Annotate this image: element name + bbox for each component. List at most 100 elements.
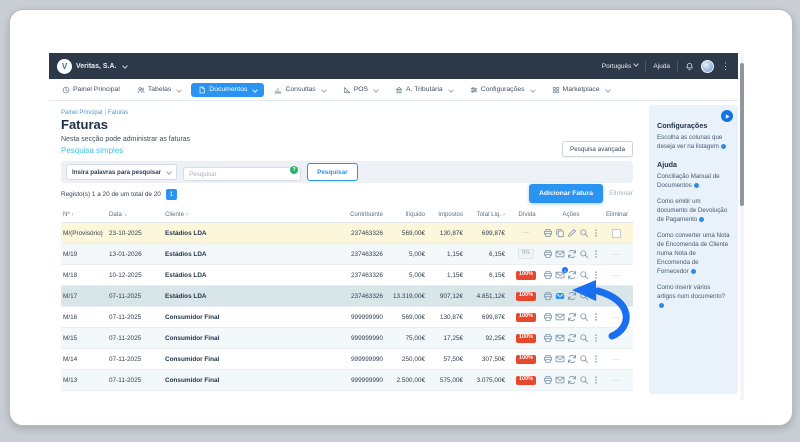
print-icon[interactable] — [543, 312, 553, 322]
print-icon[interactable] — [543, 228, 553, 238]
sync-icon[interactable] — [567, 291, 577, 301]
more-options-icon[interactable] — [591, 270, 601, 280]
tax-amount: 130,87€ — [431, 314, 469, 321]
magnifier-icon[interactable] — [579, 228, 589, 238]
invoice-row-m-provisorio[interactable]: M/(Provisório)23-10-2025Estádios LDA2374… — [61, 223, 633, 244]
sort-icon: › — [503, 212, 505, 218]
print-icon[interactable] — [543, 375, 553, 385]
kebab-menu-icon[interactable]: ⋮ — [721, 62, 730, 71]
pagination-page-1[interactable]: 1 — [166, 189, 177, 200]
columns-settings-link[interactable]: Escolha as colunas que deseja ver na lis… — [657, 134, 730, 152]
invoice-row-m-13[interactable]: M/1307-11-2025Consumidor Final9999999902… — [61, 370, 633, 391]
help-link[interactable]: Ajuda — [653, 63, 670, 70]
delete-selected-button[interactable]: Eliminar — [601, 190, 633, 197]
email-icon[interactable] — [555, 249, 565, 259]
search-input[interactable] — [183, 167, 301, 181]
external-link-icon — [659, 303, 664, 308]
invoice-row-m-14[interactable]: M/1407-11-2025Consumidor Final9999999902… — [61, 349, 633, 370]
magnifier-icon[interactable] — [579, 354, 589, 364]
print-icon[interactable] — [543, 333, 553, 343]
email-icon[interactable] — [555, 333, 565, 343]
help-link-conciliacao-manual-de-document[interactable]: Conciliação Manual de Documentos — [657, 173, 730, 191]
invoice-row-m-15[interactable]: M/1507-11-2025Consumidor Final9999999907… — [61, 328, 633, 349]
print-icon[interactable] — [543, 270, 553, 280]
edit-pencil-icon[interactable] — [567, 228, 577, 238]
column-header-data[interactable]: Data› — [107, 211, 163, 218]
breadcrumb-parent[interactable]: Painel Principal — [61, 110, 102, 116]
sync-icon[interactable] — [567, 354, 577, 364]
row-actions — [541, 333, 599, 343]
invoice-date: 07-11-2025 — [107, 314, 163, 321]
search-filter-select[interactable]: Insira palavras para pesquisar — [66, 164, 177, 180]
more-options-icon[interactable] — [591, 333, 601, 343]
tax-id: 999999990 — [239, 377, 389, 384]
sync-icon[interactable] — [567, 333, 577, 343]
debt-cell: — — [511, 228, 541, 238]
client-name: Estádios LDA — [163, 230, 239, 237]
more-options-icon[interactable] — [591, 312, 601, 322]
column-header-iliquido: Ilíquido — [389, 211, 431, 218]
play-tour-button[interactable] — [721, 110, 733, 122]
client-name: Estádios LDA — [163, 251, 239, 258]
magnifier-icon[interactable] — [579, 312, 589, 322]
invoice-row-m-16[interactable]: M/1607-11-2025Consumidor Final9999999905… — [61, 307, 633, 328]
invoice-row-m-17[interactable]: M/1707-11-2025Estádios LDA23746332613.31… — [61, 286, 633, 307]
tax-amount: 17,25€ — [431, 335, 469, 342]
email-icon[interactable] — [555, 354, 565, 364]
magnifier-icon[interactable] — [579, 291, 589, 301]
invoice-number: M/16 — [61, 314, 107, 321]
scrollbar-thumb[interactable] — [740, 63, 744, 206]
add-invoice-button[interactable]: Adicionar Fatura — [529, 184, 603, 203]
sync-icon[interactable] — [567, 270, 577, 280]
column-header-total-liq[interactable]: Total Liq.› — [469, 211, 511, 218]
invoices-table: Nº›Data›Cliente›ContribuinteIlíquidoImpo… — [61, 206, 633, 391]
total-amount: 699,87€ — [469, 314, 511, 321]
email-icon[interactable] — [555, 312, 565, 322]
column-header-cliente[interactable]: Cliente› — [163, 211, 239, 218]
email-icon[interactable] — [555, 291, 565, 301]
external-link-icon — [721, 144, 726, 149]
email-icon[interactable]: 1 — [555, 270, 565, 280]
search-submit-button[interactable]: Pesquisar — [307, 163, 358, 181]
help-link-como-emitir-um-documento-de-de[interactable]: Como emitir um documento de Devolução de… — [657, 198, 730, 225]
more-options-icon[interactable] — [591, 375, 601, 385]
net-amount: 569,00€ — [389, 314, 431, 321]
sync-icon[interactable] — [567, 312, 577, 322]
invoice-table-header: Nº›Data›Cliente›ContribuinteIlíquidoImpo… — [61, 206, 633, 223]
net-amount: 5,00€ — [389, 251, 431, 258]
sort-icon: › — [186, 212, 188, 218]
more-options-icon[interactable] — [591, 249, 601, 259]
debt-cell: 100% — [511, 270, 541, 279]
more-options-icon[interactable] — [591, 291, 601, 301]
advanced-search-button[interactable]: Pesquisa avançada — [562, 141, 633, 157]
help-circle-icon[interactable]: ? — [290, 166, 298, 174]
print-icon[interactable] — [543, 249, 553, 259]
more-options-icon[interactable] — [591, 228, 601, 238]
column-header-impostos: Impostos — [431, 211, 469, 218]
invoice-row-m-18[interactable]: M/1810-12-2025Estádios LDA2374633265,00€… — [61, 265, 633, 286]
breadcrumb-current[interactable]: Faturas — [108, 110, 128, 116]
debt-cell: 100% — [511, 312, 541, 321]
duplicate-icon[interactable] — [555, 228, 565, 238]
magnifier-icon[interactable] — [579, 375, 589, 385]
sync-icon[interactable] — [567, 375, 577, 385]
magnifier-icon[interactable] — [579, 333, 589, 343]
help-link-como-converter-uma-nota-de-enc[interactable]: Como converter uma Nota de Encomenda de … — [657, 232, 730, 277]
magnifier-icon[interactable] — [579, 249, 589, 259]
delete-checkbox[interactable] — [612, 229, 621, 238]
sync-icon[interactable] — [567, 249, 577, 259]
email-icon[interactable] — [555, 375, 565, 385]
magnifier-icon[interactable] — [579, 270, 589, 280]
user-avatar[interactable] — [701, 60, 714, 73]
more-options-icon[interactable] — [591, 354, 601, 364]
invoice-row-m-19[interactable]: M/1913-01-2026Estádios LDA2374633265,00€… — [61, 244, 633, 265]
delete-disabled-dash: — — [613, 251, 620, 258]
notifications-bell-icon[interactable] — [685, 62, 694, 71]
help-link-como-inserir-varios-artigos-nu[interactable]: Como inserir vários artigos num document… — [657, 284, 730, 311]
print-icon[interactable] — [543, 354, 553, 364]
column-header-n[interactable]: Nº› — [61, 211, 107, 218]
print-icon[interactable] — [543, 291, 553, 301]
total-amount: 699,87€ — [469, 230, 511, 237]
chevron-down-icon — [166, 169, 172, 175]
tax-amount: 575,00€ — [431, 377, 469, 384]
